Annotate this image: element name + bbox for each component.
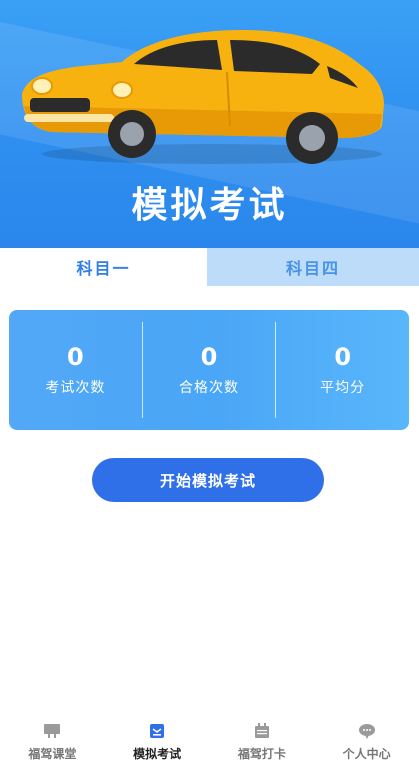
stat-value: 0: [200, 343, 218, 371]
classroom-icon: [43, 722, 61, 740]
exam-icon: [148, 722, 166, 740]
nav-label: 模拟考试: [133, 747, 182, 761]
hero-banner: 模拟考试: [0, 0, 419, 248]
stat-pass-count: 0 合格次数: [143, 310, 276, 430]
subject-tabs: 科目一 科目四: [0, 248, 419, 286]
stats-card: 0 考试次数 0 合格次数 0 平均分: [9, 310, 409, 430]
nav-item-mock-exam[interactable]: 模拟考试: [105, 718, 210, 770]
stat-label: 平均分: [320, 380, 366, 396]
start-mock-exam-button[interactable]: 开始模拟考试: [92, 458, 324, 502]
stat-value: 0: [66, 343, 84, 371]
nav-item-profile[interactable]: 个人中心: [314, 718, 419, 770]
stat-label: 合格次数: [179, 380, 239, 396]
car-illustration: [22, 30, 384, 164]
nav-label: 个人中心: [342, 747, 391, 761]
stat-exam-count: 0 考试次数: [9, 310, 142, 430]
nav-label: 福驾打卡: [237, 747, 286, 761]
bottom-nav: 福驾课堂 模拟考试 福驾打卡 个人中心: [0, 718, 419, 770]
stat-value: 0: [334, 343, 352, 371]
mock-exam-page: 模拟考试 科目一 科目四 0 考试次数 0 合格次数 0 平均分 开始模拟考试: [0, 0, 419, 770]
nav-label: 福驾课堂: [28, 747, 77, 761]
chat-bubble-icon: [358, 722, 376, 740]
nav-item-checkin[interactable]: 福驾打卡: [210, 718, 315, 770]
nav-item-classroom[interactable]: 福驾课堂: [0, 718, 105, 770]
page-title: 模拟考试: [131, 185, 288, 226]
tab-subject-four[interactable]: 科目四: [207, 248, 419, 286]
tab-subject-one[interactable]: 科目一: [0, 248, 207, 286]
stat-average-score: 0 平均分: [276, 310, 409, 430]
calendar-icon: [253, 722, 271, 740]
stat-label: 考试次数: [45, 380, 106, 396]
